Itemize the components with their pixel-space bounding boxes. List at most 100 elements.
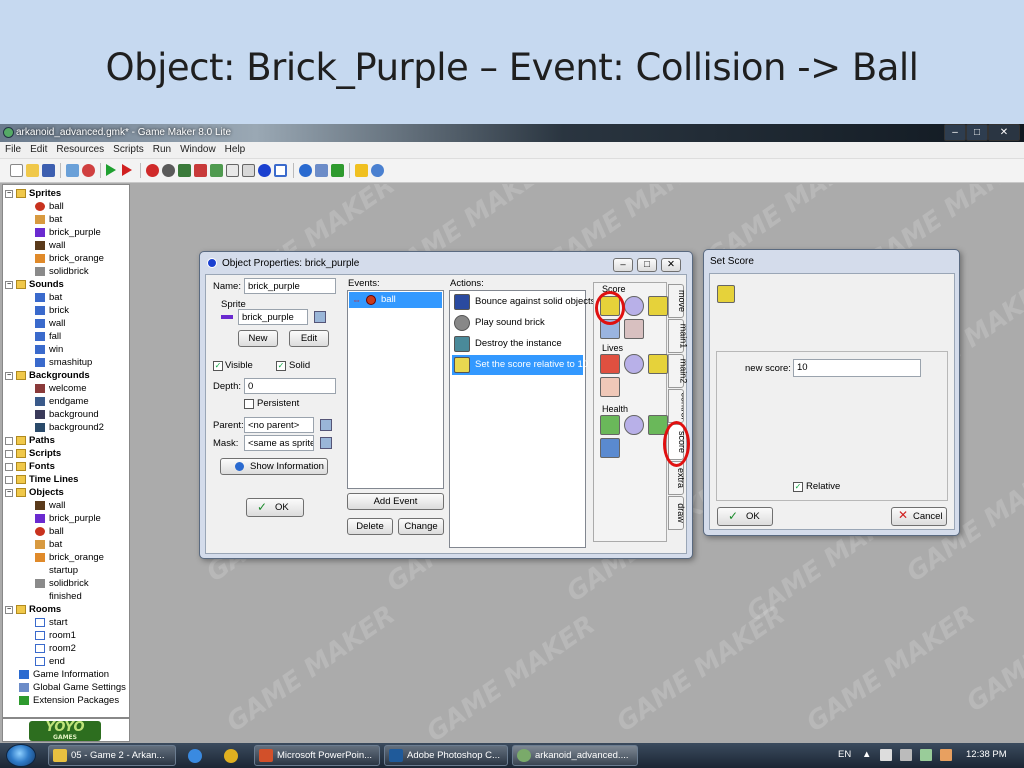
draw-lives-action-icon[interactable] xyxy=(648,354,668,374)
object-dialog-titlebar[interactable]: Object Properties: brick_purple – □ ✕ xyxy=(200,252,692,274)
clock[interactable]: 12:38 PM xyxy=(966,749,1007,760)
debug-run-icon[interactable] xyxy=(122,164,132,176)
expander-icon[interactable] xyxy=(5,463,13,471)
menu-help[interactable]: Help xyxy=(220,142,250,155)
expander-icon[interactable]: − xyxy=(5,606,13,614)
set-health-action-icon[interactable] xyxy=(600,415,620,435)
network-icon[interactable] xyxy=(920,749,932,761)
add-font-icon[interactable] xyxy=(226,164,239,177)
minimize-button[interactable]: – xyxy=(944,124,966,141)
object-dialog-close-button[interactable]: ✕ xyxy=(661,258,681,272)
add-sprite-icon[interactable] xyxy=(146,164,159,177)
action-item-selected[interactable]: Set the score relative to 10 xyxy=(452,355,588,375)
expander-icon[interactable] xyxy=(5,437,13,445)
tab-main2[interactable]: main2 xyxy=(668,354,688,388)
menu-resources[interactable]: Resources xyxy=(51,142,108,155)
test-health-action-icon[interactable] xyxy=(624,415,644,435)
draw-life-images-action-icon[interactable] xyxy=(600,377,620,397)
publish-icon[interactable] xyxy=(66,164,79,177)
window-titlebar[interactable]: arkanoid_advanced.gmk* - Game Maker 8.0 … xyxy=(0,124,1024,142)
close-button[interactable]: ✕ xyxy=(988,124,1020,141)
tray-device-icon[interactable] xyxy=(900,749,912,761)
solid-checkbox[interactable]: ✓ xyxy=(276,361,286,371)
mask-menu-icon[interactable] xyxy=(320,437,332,449)
add-event-button[interactable]: Add Event xyxy=(347,493,444,510)
tray-expand-icon[interactable]: ▲ xyxy=(862,749,871,760)
help-icon[interactable] xyxy=(371,164,384,177)
parent-field[interactable]: <no parent> xyxy=(244,417,314,433)
sprite-menu-icon[interactable] xyxy=(314,311,326,323)
resource-tree[interactable]: − Sprites ball bat brick_purple wall brick_ora… xyxy=(2,184,130,718)
set-score-titlebar[interactable]: Set Score xyxy=(704,250,959,272)
open-folder-icon[interactable] xyxy=(26,164,39,177)
expander-icon[interactable]: − xyxy=(5,489,13,497)
action-item[interactable]: Destroy the instance xyxy=(452,334,583,354)
mask-field[interactable]: <same as sprite> xyxy=(244,435,314,451)
tab-main1[interactable]: main1 xyxy=(668,319,688,353)
name-field[interactable]: brick_purple xyxy=(244,278,336,294)
extensions-icon[interactable] xyxy=(331,164,344,177)
menu-edit[interactable]: Edit xyxy=(25,142,51,155)
tray-app-icon[interactable] xyxy=(880,749,892,761)
taskbar-button-powerpoint-deck[interactable]: 05 - Game 2 - Arkan... xyxy=(48,745,176,766)
event-collision-ball[interactable]: ⇔ ball xyxy=(349,292,442,308)
maximize-button[interactable]: □ xyxy=(966,124,988,141)
tab-control[interactable]: control xyxy=(668,389,684,423)
expander-icon[interactable]: − xyxy=(5,190,13,198)
depth-field[interactable]: 0 xyxy=(244,378,336,394)
score-ok-button[interactable]: ✓ OK xyxy=(717,507,773,526)
edit-sprite-button[interactable]: Edit xyxy=(289,330,329,347)
expander-icon[interactable] xyxy=(5,476,13,484)
sprite-field[interactable]: brick_purple xyxy=(238,309,308,325)
manual-icon[interactable] xyxy=(355,164,368,177)
menu-window[interactable]: Window xyxy=(175,142,220,155)
expander-icon[interactable]: − xyxy=(5,281,13,289)
new-score-field[interactable]: 10 xyxy=(793,359,921,377)
persistent-checkbox[interactable] xyxy=(244,399,254,409)
relative-checkbox[interactable]: ✓ xyxy=(793,482,803,492)
visible-checkbox[interactable]: ✓ xyxy=(213,361,223,371)
object-dialog-minimize-button[interactable]: – xyxy=(613,258,633,272)
menu-file[interactable]: File xyxy=(0,142,25,155)
taskbar-button-powerpoint[interactable]: Microsoft PowerPoin... xyxy=(254,745,380,766)
show-information-button[interactable]: Show Information xyxy=(220,458,328,475)
language-indicator[interactable]: EN xyxy=(838,749,851,760)
add-script-icon[interactable] xyxy=(210,164,223,177)
taskbar-button-game-maker[interactable]: arkanoid_advanced.... xyxy=(512,745,638,766)
add-path-icon[interactable] xyxy=(194,164,207,177)
action-item[interactable]: Bounce against solid objects xyxy=(452,292,595,312)
test-lives-action-icon[interactable] xyxy=(624,354,644,374)
global-settings-icon[interactable] xyxy=(315,164,328,177)
parent-menu-icon[interactable] xyxy=(320,419,332,431)
test-score-action-icon[interactable] xyxy=(624,296,644,316)
chrome-icon[interactable] xyxy=(224,749,238,763)
add-object-icon[interactable] xyxy=(258,164,271,177)
add-room-icon[interactable] xyxy=(274,164,287,177)
new-sprite-button[interactable]: New xyxy=(238,330,278,347)
tab-draw[interactable]: draw xyxy=(668,496,686,530)
ie-icon[interactable] xyxy=(188,749,202,763)
delete-event-button[interactable]: Delete xyxy=(347,518,393,535)
score-caption-action-icon[interactable] xyxy=(600,438,620,458)
score-cancel-button[interactable]: ✕ Cancel xyxy=(891,507,947,526)
change-event-button[interactable]: Change xyxy=(398,518,444,535)
add-sound-icon[interactable] xyxy=(162,164,175,177)
start-button[interactable] xyxy=(6,744,36,767)
globe-icon[interactable] xyxy=(82,164,95,177)
taskbar-button-photoshop[interactable]: Adobe Photoshop C... xyxy=(384,745,508,766)
new-file-icon[interactable] xyxy=(10,164,23,177)
draw-score-action-icon[interactable] xyxy=(648,296,668,316)
object-dialog-maximize-button[interactable]: □ xyxy=(637,258,657,272)
menu-scripts[interactable]: Scripts xyxy=(108,142,148,155)
game-info-icon[interactable] xyxy=(299,164,312,177)
expander-icon[interactable] xyxy=(5,450,13,458)
add-timeline-icon[interactable] xyxy=(242,164,255,177)
set-lives-action-icon[interactable] xyxy=(600,354,620,374)
save-icon[interactable] xyxy=(42,164,55,177)
events-list[interactable]: ⇔ ball xyxy=(347,290,444,489)
action-item[interactable]: Play sound brick xyxy=(452,313,583,333)
expander-icon[interactable]: − xyxy=(5,372,13,380)
menu-run[interactable]: Run xyxy=(148,142,175,155)
tab-move[interactable]: move xyxy=(668,284,687,318)
volume-icon[interactable] xyxy=(940,749,952,761)
